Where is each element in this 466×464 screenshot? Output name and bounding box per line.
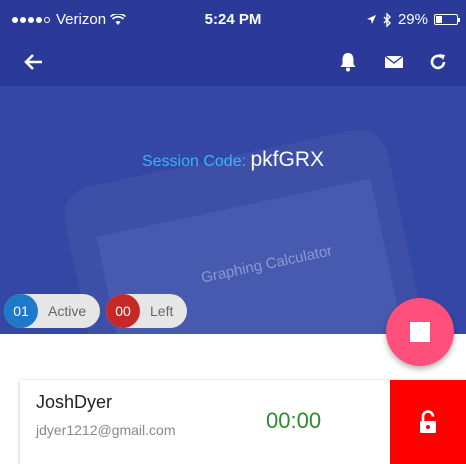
left-count-badge: 00 Left	[106, 294, 188, 328]
active-count-badge: 01 Active	[4, 294, 101, 328]
envelope-icon[interactable]	[380, 48, 408, 76]
left-label: Left	[150, 303, 174, 319]
status-bar: Verizon 5:24 PM 29%	[0, 0, 466, 38]
app-toolbar	[0, 38, 466, 86]
refresh-icon[interactable]	[424, 48, 452, 76]
unlock-icon	[420, 410, 436, 433]
battery-percent: 29%	[397, 11, 428, 28]
battery-icon	[434, 14, 460, 25]
session-banner: Graphing Calculator Session Code: pkfGRX…	[0, 86, 466, 334]
session-code: Session Code: pkfGRX	[0, 148, 466, 172]
stop-session-button[interactable]	[386, 298, 454, 366]
back-arrow-icon[interactable]	[20, 48, 48, 76]
active-count: 01	[4, 294, 38, 328]
bluetooth-icon	[383, 12, 391, 27]
session-code-value: pkfGRX	[250, 148, 325, 171]
unlock-button[interactable]	[390, 380, 466, 464]
left-count: 00	[106, 294, 140, 328]
student-card[interactable]: JoshDyer jdyer1212@gmail.com 00:00	[20, 380, 466, 464]
session-code-label: Session Code:	[141, 153, 247, 170]
student-timer: 00:00	[266, 408, 322, 433]
bell-icon[interactable]	[334, 48, 362, 76]
student-name: JoshDyer	[36, 392, 113, 412]
stop-icon	[410, 322, 430, 342]
active-label: Active	[48, 303, 87, 319]
student-email: jdyer1212@gmail.com	[36, 422, 176, 438]
status-right: 29%	[366, 11, 460, 28]
location-icon	[366, 15, 376, 24]
